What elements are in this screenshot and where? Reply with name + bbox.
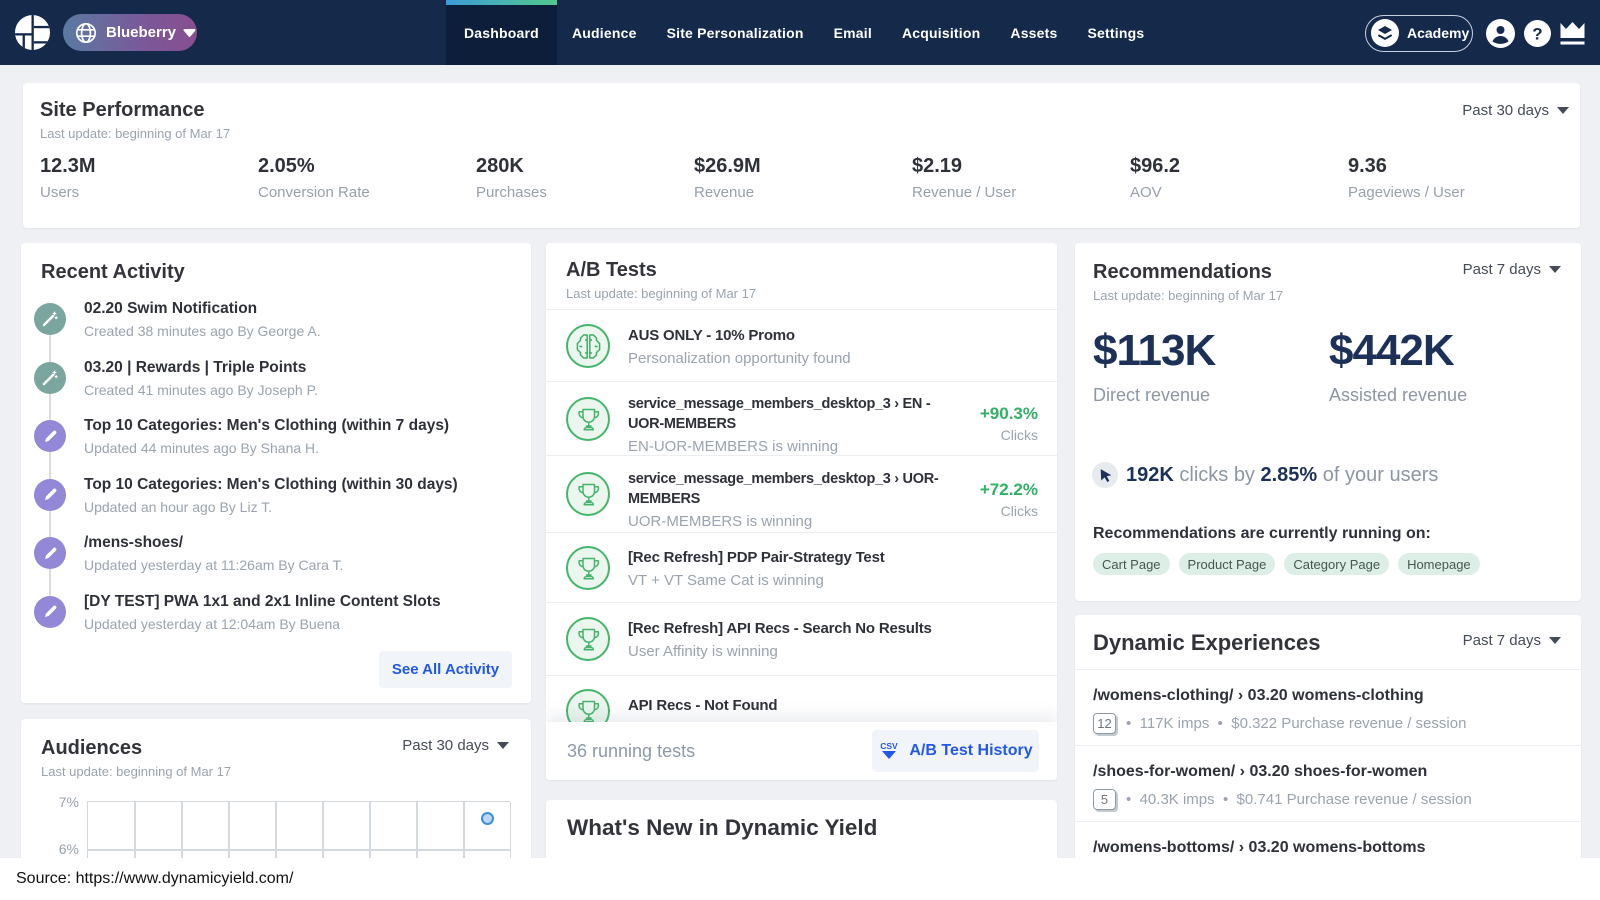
svg-text:?: ?: [1532, 24, 1542, 43]
svg-text:CSV: CSV: [881, 741, 899, 751]
